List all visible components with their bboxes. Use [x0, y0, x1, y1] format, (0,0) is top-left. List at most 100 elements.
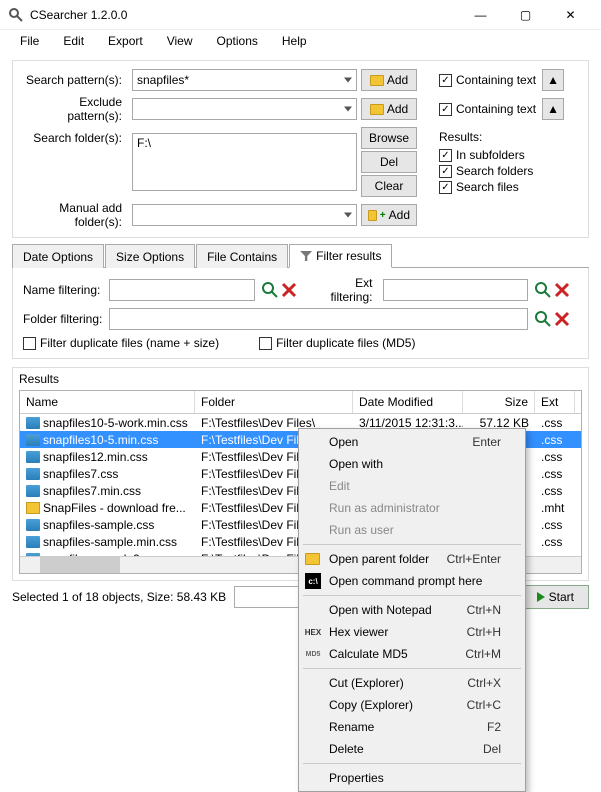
scrollbar-thumb[interactable]	[40, 557, 120, 573]
manual-add-button[interactable]: +Add	[361, 204, 417, 226]
menu-item: Run as user	[301, 519, 523, 541]
ext-filtering-label: Ext filtering:	[311, 276, 377, 304]
exclude-patterns-label: Exclude pattern(s):	[23, 95, 128, 123]
search-patterns-label: Search pattern(s):	[23, 73, 128, 87]
menu-item[interactable]: Cut (Explorer)Ctrl+X	[301, 672, 523, 694]
plus-icon: +	[380, 210, 386, 221]
menu-item[interactable]: Open with	[301, 453, 523, 475]
clear-icon[interactable]	[553, 281, 571, 299]
menu-item-label: Edit	[329, 479, 350, 493]
file-icon	[26, 434, 40, 446]
move-up-button-2[interactable]: ▲	[542, 98, 564, 120]
tab-filter-results[interactable]: Filter results	[289, 244, 392, 268]
search-files-checkbox[interactable]	[439, 181, 452, 194]
clear-button[interactable]: Clear	[361, 175, 417, 197]
menu-edit[interactable]: Edit	[53, 32, 94, 50]
move-up-button-1[interactable]: ▲	[542, 69, 564, 91]
menu-export[interactable]: Export	[98, 32, 153, 50]
menu-item-label: Calculate MD5	[329, 647, 408, 661]
cell-ext: .css	[535, 552, 575, 557]
menu-item[interactable]: Open parent folderCtrl+Enter	[301, 548, 523, 570]
search-files-label: Search files	[456, 180, 519, 194]
menu-item-label: Run as user	[329, 523, 394, 537]
cell-name: SnapFiles - download fre...	[20, 501, 195, 515]
in-subfolders-checkbox[interactable]	[439, 149, 452, 162]
del-button[interactable]: Del	[361, 151, 417, 173]
menu-item[interactable]: RenameF2	[301, 716, 523, 738]
filter-icon	[300, 251, 312, 261]
search-patterns-value: snapfiles*	[137, 73, 189, 87]
menu-file[interactable]: File	[10, 32, 49, 50]
menu-item[interactable]: OpenEnter	[301, 431, 523, 453]
containing-text-checkbox-2[interactable]	[439, 103, 452, 116]
menu-view[interactable]: View	[157, 32, 203, 50]
menu-item-shortcut: Ctrl+X	[467, 676, 501, 690]
search-folders-list[interactable]: F:\	[132, 133, 357, 191]
menu-item[interactable]: Copy (Explorer)Ctrl+C	[301, 694, 523, 716]
menu-item[interactable]: Properties	[301, 767, 523, 789]
results-header: Results:	[439, 130, 578, 144]
cell-ext: .css	[535, 450, 575, 464]
cell-ext: .css	[535, 416, 575, 430]
tab-date-options[interactable]: Date Options	[12, 244, 104, 268]
menu-item[interactable]: DeleteDel	[301, 738, 523, 760]
menu-item-shortcut: Ctrl+N	[467, 603, 501, 617]
cell-ext: .css	[535, 484, 575, 498]
column-folder[interactable]: Folder	[195, 391, 353, 413]
name-filtering-label: Name filtering:	[23, 283, 103, 297]
search-icon[interactable]	[534, 310, 552, 328]
menu-item-label: Open with	[329, 457, 383, 471]
cell-name: snapfiles12.min.css	[20, 450, 195, 464]
search-patterns-combo[interactable]: snapfiles*	[132, 69, 357, 91]
browse-button[interactable]: Browse	[361, 127, 417, 149]
filter-dup-md5-checkbox[interactable]	[259, 337, 272, 350]
column-size[interactable]: Size	[463, 391, 535, 413]
folder-icon	[370, 104, 384, 115]
tab-size-options[interactable]: Size Options	[105, 244, 195, 268]
menu-item-label: Open command prompt here	[329, 574, 482, 588]
menu-item[interactable]: c:\Open command prompt here	[301, 570, 523, 592]
menu-item[interactable]: Open with Notepad Ctrl+N	[301, 599, 523, 621]
menu-item[interactable]: HEXHex viewerCtrl+H	[301, 621, 523, 643]
filter-dup-name-size-checkbox[interactable]	[23, 337, 36, 350]
menu-item-label: Open with Notepad	[329, 603, 432, 617]
start-button[interactable]: Start	[522, 585, 589, 609]
menu-item-label: Properties	[329, 771, 384, 785]
filter-dup-name-size-label: Filter duplicate files (name + size)	[40, 336, 219, 350]
column-ext[interactable]: Ext	[535, 391, 575, 413]
add-label: Add	[387, 102, 408, 116]
tab-file-contains[interactable]: File Contains	[196, 244, 288, 268]
search-icon[interactable]	[261, 281, 279, 299]
menu-separator	[303, 544, 521, 545]
menu-item-shortcut: Ctrl+C	[467, 698, 501, 712]
column-name[interactable]: Name	[20, 391, 195, 413]
search-patterns-add-button[interactable]: Add	[361, 69, 417, 91]
name-filtering-input[interactable]	[109, 279, 255, 301]
containing-text-checkbox-1[interactable]	[439, 74, 452, 87]
minimize-button[interactable]: —	[458, 1, 503, 29]
play-icon	[537, 592, 545, 602]
file-icon	[26, 451, 40, 463]
file-icon	[26, 502, 40, 514]
menu-item-label: Run as administrator	[329, 501, 440, 515]
menu-help[interactable]: Help	[272, 32, 317, 50]
cell-name: snapfiles10-5-work.min.css	[20, 416, 195, 430]
clear-icon[interactable]	[280, 281, 298, 299]
menu-options[interactable]: Options	[207, 32, 268, 50]
column-date[interactable]: Date Modified	[353, 391, 463, 413]
search-icon[interactable]	[534, 281, 552, 299]
search-folders-checkbox[interactable]	[439, 165, 452, 178]
cell-ext: .mht	[535, 501, 575, 515]
start-label: Start	[549, 590, 574, 604]
manual-add-folders-combo[interactable]	[132, 204, 357, 226]
folder-filtering-input[interactable]	[109, 308, 528, 330]
menu-item[interactable]: MD5Calculate MD5Ctrl+M	[301, 643, 523, 665]
containing-text-label: Containing text	[456, 73, 536, 87]
file-icon	[26, 468, 40, 480]
ext-filtering-input[interactable]	[383, 279, 529, 301]
clear-icon[interactable]	[553, 310, 571, 328]
maximize-button[interactable]: ▢	[503, 1, 548, 29]
close-button[interactable]: ✕	[548, 1, 593, 29]
exclude-patterns-add-button[interactable]: Add	[361, 98, 417, 120]
exclude-patterns-combo[interactable]	[132, 98, 357, 120]
